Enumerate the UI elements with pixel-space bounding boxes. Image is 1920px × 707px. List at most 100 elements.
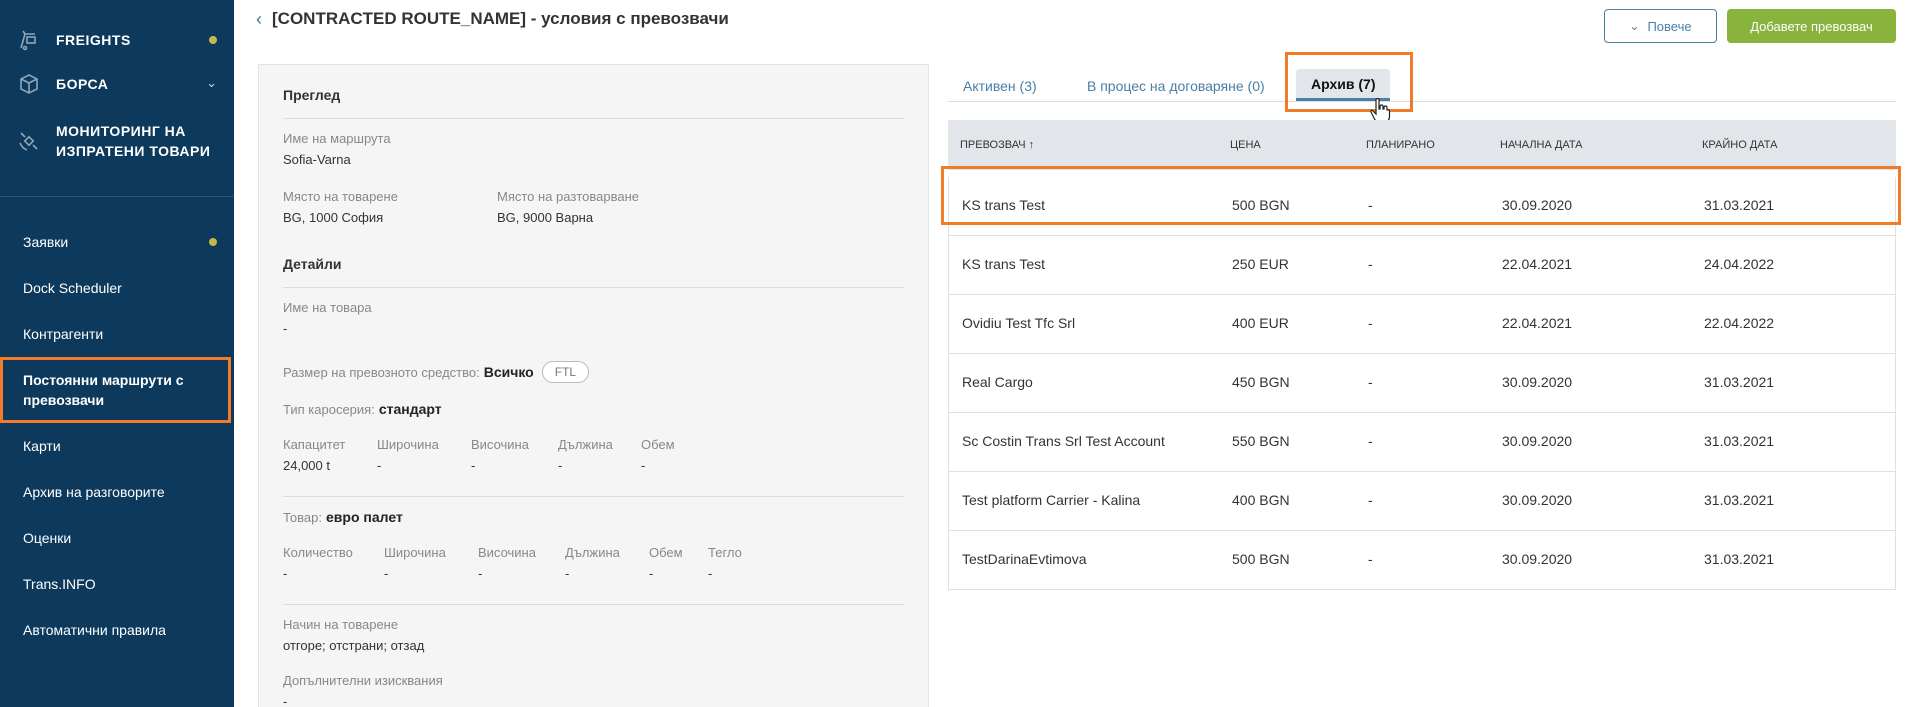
volume-value: - — [641, 458, 646, 473]
sidebar-item-dock-scheduler[interactable]: Dock Scheduler — [0, 265, 234, 311]
column-header-carrier[interactable]: ПРЕВОЗВАЧ ↑ — [960, 139, 1034, 151]
column-header-end-date[interactable]: КРАЙНО ДАТА — [1702, 139, 1777, 151]
price-cell: 250 EUR — [1232, 256, 1289, 272]
carrier-cell: Test platform Carrier - Kalina — [962, 492, 1141, 508]
sidebar-item-label: Контрагенти — [23, 326, 104, 342]
chevron-down-icon: ⌄ — [1629, 19, 1640, 33]
cargo-value: евро палет — [326, 509, 403, 525]
height-value: - — [471, 458, 476, 473]
loading-method-value: отгоре; отстрани; отзад — [283, 638, 425, 653]
table-row[interactable]: TestDarinaEvtimova 500 BGN - 30.09.2020 … — [948, 531, 1896, 590]
goods-name-label: Име на товара — [283, 300, 372, 315]
cargo-width-label: Широчина — [384, 545, 446, 560]
sidebar-item-contractors[interactable]: Контрагенти — [0, 311, 234, 357]
volume-col: Обем - — [641, 437, 675, 474]
cargo-volume-value: - — [649, 566, 654, 581]
cargo-weight-col: Тегло - — [708, 545, 742, 582]
extra-requirements-value: - — [283, 694, 288, 707]
sidebar-item-label: Trans.INFO — [23, 576, 96, 592]
nav-monitoring[interactable]: МОНИТОРИНГ НА ИЗПРАТЕНИ ТОВАРИ — [0, 112, 234, 170]
cargo-height-label: Височина — [478, 545, 536, 560]
table-row[interactable]: Test platform Carrier - Kalina 400 BGN -… — [948, 472, 1896, 531]
end-date-cell: 24.04.2022 — [1704, 256, 1775, 272]
start-date-cell: 22.04.2021 — [1502, 256, 1573, 272]
divider — [283, 287, 904, 288]
length-value: - — [558, 458, 563, 473]
cargo-length-label: Дължина — [565, 545, 620, 560]
sidebar: FREIGHTS БОРСА ⌄ МОНИТОРИНГ НА ИЗПРАТЕНИ… — [0, 0, 234, 707]
capacity-value: 24,000 t — [283, 458, 330, 473]
route-name-value: Sofia-Varna — [283, 152, 351, 167]
route-details-panel: Преглед Име на маршрута Sofia-Varna Мяст… — [258, 64, 929, 707]
table-row[interactable]: KS trans Test 250 EUR - 22.04.2021 24.04… — [948, 236, 1896, 295]
goods-name-value: - — [283, 321, 288, 336]
satellite-icon — [14, 126, 44, 156]
planned-cell: - — [1368, 374, 1373, 390]
price-cell: 500 BGN — [1232, 551, 1290, 567]
table-row[interactable]: Real Cargo 450 BGN - 30.09.2020 31.03.20… — [948, 354, 1896, 413]
unloading-place: Място на разтоварване BG, 9000 Варна — [497, 189, 639, 226]
tab-label: Активен (3) — [963, 78, 1037, 94]
sidebar-item-label-line2: превозвачи — [23, 392, 105, 408]
sidebar-item-contracted-routes[interactable]: Постоянни маршрути с превозвачи — [0, 357, 231, 423]
more-button[interactable]: ⌄ Повече — [1604, 9, 1717, 43]
add-carrier-button[interactable]: Добавете превозвач — [1727, 9, 1896, 43]
loading-place: Място на товарене BG, 1000 София — [283, 189, 497, 226]
chevron-down-icon[interactable]: ⌄ — [206, 75, 217, 91]
end-date-cell: 31.03.2021 — [1704, 551, 1775, 567]
sidebar-item-automatic-rules[interactable]: Автоматични правила — [0, 607, 234, 653]
divider — [283, 118, 904, 119]
carrier-cell: TestDarinaEvtimova — [962, 551, 1087, 567]
length-col: Дължина - — [558, 437, 641, 474]
sidebar-item-maps[interactable]: Карти — [0, 423, 234, 469]
vehicle-size-value: Всичко — [483, 364, 534, 380]
sidebar-item-label: Заявки — [23, 234, 69, 250]
table-row[interactable]: Sc Costin Trans Srl Test Account 550 BGN… — [948, 413, 1896, 472]
planned-cell: - — [1368, 492, 1373, 508]
sidebar-item-label: Карти — [23, 438, 61, 454]
box-icon — [14, 69, 44, 99]
sidebar-item-ratings[interactable]: Оценки — [0, 515, 234, 561]
details-title: Детайли — [283, 256, 342, 272]
extra-requirements-label: Допълнителни изисквания — [283, 673, 443, 688]
planned-cell: - — [1368, 433, 1373, 449]
end-date-cell: 22.04.2022 — [1704, 315, 1775, 331]
sidebar-item-orders[interactable]: Заявки — [0, 219, 234, 265]
quantity-label: Количество — [283, 545, 353, 560]
start-date-cell: 30.09.2020 — [1502, 492, 1573, 508]
sidebar-item-label: Оценки — [23, 530, 72, 546]
unloading-place-value: BG, 9000 Варна — [497, 210, 594, 225]
cargo-label: Товар: — [283, 509, 322, 525]
sidebar-item-label: Постоянни маршрути с превозвачи — [23, 370, 183, 410]
cargo-length-value: - — [565, 566, 570, 581]
sidebar-item-chat-archive[interactable]: Архив на разговорите — [0, 469, 234, 515]
table-row[interactable]: Ovidiu Test Tfc Srl 400 EUR - 22.04.2021… — [948, 295, 1896, 354]
length-label: Дължина — [558, 437, 613, 452]
capacity-col: Капацитет 24,000 t — [283, 437, 377, 474]
nav-freights-label: FREIGHTS — [56, 32, 131, 48]
sidebar-item-label: Архив на разговорите — [23, 484, 165, 500]
sidebar-item-transinfo[interactable]: Trans.INFO — [0, 561, 234, 607]
carrier-cell: Sc Costin Trans Srl Test Account — [962, 433, 1165, 449]
width-col: Широчина - — [377, 437, 471, 474]
quantity-value: - — [283, 566, 288, 581]
carrier-cell: Real Cargo — [962, 374, 1033, 390]
body-type-label: Тип каросерия: — [283, 401, 375, 417]
sidebar-item-label-line1: Постоянни маршрути с — [23, 372, 184, 388]
nav-exchange[interactable]: БОРСА ⌄ — [0, 62, 234, 106]
tab-active[interactable]: Активен (3) — [963, 72, 1037, 100]
nav-freights[interactable]: FREIGHTS — [0, 18, 234, 62]
unloading-place-label: Място на разтоварване — [497, 189, 639, 204]
price-cell: 400 BGN — [1232, 492, 1290, 508]
tab-negotiation[interactable]: В процес на договаряне (0) — [1087, 72, 1265, 100]
planned-cell: - — [1368, 315, 1373, 331]
back-chevron-icon[interactable]: ‹ — [256, 9, 262, 30]
column-header-planned[interactable]: ПЛАНИРАНО — [1366, 139, 1435, 151]
column-header-price[interactable]: ЦЕНА — [1230, 139, 1261, 151]
notification-dot — [209, 36, 217, 44]
price-cell: 400 EUR — [1232, 315, 1289, 331]
cargo-weight-value: - — [708, 566, 713, 581]
volume-label: Обем — [641, 437, 675, 452]
column-header-start-date[interactable]: НАЧАЛНА ДАТА — [1500, 139, 1583, 151]
price-cell: 450 BGN — [1232, 374, 1290, 390]
